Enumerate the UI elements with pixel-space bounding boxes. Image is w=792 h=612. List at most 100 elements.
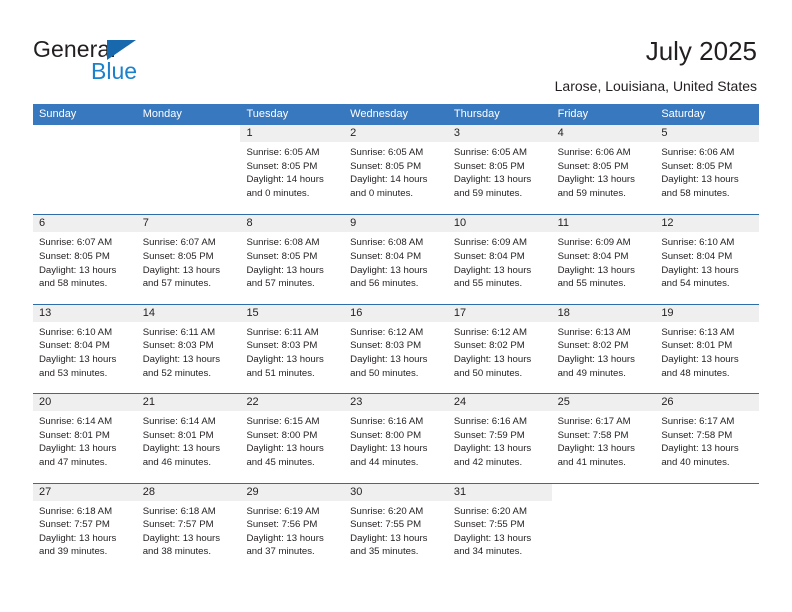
day-number: 29 (246, 485, 259, 498)
daylight-text: Daylight: 13 hours and 39 minutes. (39, 532, 117, 558)
weekday-header-row: Sunday Monday Tuesday Wednesday Thursday Frid… (33, 104, 759, 125)
day-number-band: 3 (447, 125, 552, 142)
calendar-day-cell[interactable]: 3 Sunrise: 6:05 AM Sunset: 8:05 PM Daylight… (447, 125, 552, 215)
sunset-text: Sunset: 7:58 PM (557, 429, 629, 441)
day-number-band: 5 (655, 125, 760, 142)
sunset-text: Sunset: 8:05 PM (453, 160, 525, 172)
day-number: 4 (557, 127, 564, 139)
calendar-weeks: 1 Sunrise: 6:05 AM Sunset: 8:05 PM Daylight… (33, 125, 760, 572)
calendar-day-cell[interactable]: 10 Sunrise: 6:09 AM Sunset: 8:04 PM Dayligh… (447, 215, 552, 304)
calendar-day-cell[interactable]: 5 Sunrise: 6:06 AM Sunset: 8:05 PM Daylight… (655, 125, 760, 215)
sunrise-text: Sunrise: 6:16 AM (453, 416, 527, 428)
day-sun-info: Sunrise: 6:09 AM Sunset: 8:04 PM Daylight:… (552, 232, 656, 290)
day-number-band: 30 (344, 483, 448, 501)
day-number-band: 8 (240, 215, 345, 233)
daylight-text: Daylight: 13 hours and 50 minutes. (453, 353, 532, 379)
calendar-day-cell[interactable]: 1 Sunrise: 6:05 AM Sunset: 8:05 PM Daylight… (240, 125, 345, 215)
day-sun-info: Sunrise: 6:10 AM Sunset: 8:04 PM Daylight:… (655, 232, 759, 290)
day-number: 12 (661, 217, 674, 230)
sunset-text: Sunset: 8:04 PM (661, 250, 733, 262)
calendar-day-cell[interactable]: 6 Sunrise: 6:07 AM Sunset: 8:05 PM Daylight… (33, 215, 137, 304)
day-number-band: 22 (240, 394, 345, 412)
calendar-day-cell[interactable]: 12 Sunrise: 6:10 AM Sunset: 8:04 PM Dayligh… (655, 215, 760, 304)
calendar-day-cell[interactable]: 17 Sunrise: 6:12 AM Sunset: 8:02 PM Dayligh… (447, 304, 552, 394)
day-number-band: 1 (240, 125, 345, 142)
daylight-text: Daylight: 13 hours and 57 minutes. (142, 264, 221, 290)
sunrise-text: Sunrise: 6:16 AM (350, 416, 424, 428)
day-sun-info: Sunrise: 6:06 AM Sunset: 8:05 PM Daylight:… (552, 142, 656, 200)
page-header: General Blue July 2025 Larose, Louisiana… (0, 0, 792, 104)
calendar-day-cell[interactable]: 7 Sunrise: 6:07 AM Sunset: 8:05 PM Daylight… (136, 215, 241, 304)
calendar-grid: Sunday Monday Tuesday Wednesday Thursday Frid… (33, 104, 760, 572)
calendar-week-row: 6 Sunrise: 6:07 AM Sunset: 8:05 PM Daylight… (33, 214, 760, 304)
daylight-text: Daylight: 13 hours and 54 minutes. (661, 264, 739, 290)
general-blue-logo[interactable]: General Blue (33, 36, 213, 88)
day-number-band: 15 (240, 304, 345, 322)
daylight-text: Daylight: 13 hours and 53 minutes. (39, 353, 117, 379)
page-title: July 2025 (645, 36, 757, 66)
day-number-band: 10 (447, 215, 552, 233)
day-sun-info: Sunrise: 6:19 AM Sunset: 7:56 PM Daylight:… (240, 501, 344, 559)
sunset-text: Sunset: 8:05 PM (246, 250, 318, 262)
calendar-day-cell[interactable]: 20 Sunrise: 6:14 AM Sunset: 8:01 PM Dayligh… (33, 394, 137, 483)
calendar-day-cell-empty (33, 125, 137, 215)
weekday-header-sunday: Sunday (39, 108, 77, 120)
calendar-page: General Blue July 2025 Larose, Louisiana… (0, 0, 792, 612)
sunset-text: Sunset: 8:04 PM (39, 340, 110, 352)
day-number-band: 19 (655, 304, 760, 322)
calendar-day-cell[interactable]: 8 Sunrise: 6:08 AM Sunset: 8:05 PM Daylight… (240, 215, 345, 304)
calendar-day-cell[interactable]: 24 Sunrise: 6:16 AM Sunset: 7:59 PM Dayligh… (447, 394, 552, 483)
calendar-day-cell[interactable]: 14 Sunrise: 6:11 AM Sunset: 8:03 PM Dayligh… (136, 304, 241, 394)
day-sun-info: Sunrise: 6:11 AM Sunset: 8:03 PM Daylight:… (240, 322, 344, 380)
day-number: 9 (350, 217, 357, 230)
sunset-text: Sunset: 8:00 PM (246, 429, 318, 441)
weekday-header-thursday: Thursday (453, 108, 500, 120)
calendar-day-cell[interactable]: 19 Sunrise: 6:13 AM Sunset: 8:01 PM Dayligh… (655, 304, 760, 394)
day-number: 7 (142, 217, 149, 230)
sunset-text: Sunset: 8:03 PM (350, 340, 422, 352)
daylight-text: Daylight: 13 hours and 46 minutes. (142, 443, 221, 468)
sunset-text: Sunset: 8:02 PM (453, 340, 525, 352)
day-number-band: 29 (240, 483, 345, 501)
sunset-text: Sunset: 8:05 PM (557, 160, 629, 172)
daylight-text: Daylight: 13 hours and 38 minutes. (142, 532, 221, 558)
day-number: 27 (39, 485, 52, 498)
sunrise-text: Sunrise: 6:18 AM (39, 505, 113, 517)
calendar-day-cell[interactable]: 11 Sunrise: 6:09 AM Sunset: 8:04 PM Dayligh… (551, 215, 656, 304)
calendar-day-cell[interactable]: 21 Sunrise: 6:14 AM Sunset: 8:01 PM Dayligh… (136, 394, 241, 483)
calendar-day-cell[interactable]: 25 Sunrise: 6:17 AM Sunset: 7:58 PM Dayligh… (551, 394, 656, 483)
day-number: 11 (557, 217, 570, 230)
calendar-day-cell[interactable]: 22 Sunrise: 6:15 AM Sunset: 8:00 PM Dayligh… (240, 394, 345, 483)
day-number-band: 25 (551, 394, 656, 412)
calendar-day-cell[interactable]: 18 Sunrise: 6:13 AM Sunset: 8:02 PM Dayligh… (551, 304, 656, 394)
calendar-day-cell[interactable]: 27 Sunrise: 6:18 AM Sunset: 7:57 PM Dayligh… (33, 483, 137, 572)
day-number-band: 24 (447, 394, 552, 412)
calendar-day-cell[interactable]: 31 Sunrise: 6:20 AM Sunset: 7:55 PM Dayligh… (447, 483, 552, 572)
day-number-band: 14 (136, 304, 241, 322)
calendar-day-cell[interactable]: 26 Sunrise: 6:17 AM Sunset: 7:58 PM Dayligh… (655, 394, 760, 483)
calendar-day-cell[interactable]: 28 Sunrise: 6:18 AM Sunset: 7:57 PM Dayligh… (136, 483, 241, 572)
calendar-day-cell[interactable]: 9 Sunrise: 6:08 AM Sunset: 8:04 PM Daylight… (344, 215, 448, 304)
sunrise-text: Sunrise: 6:11 AM (142, 326, 216, 338)
calendar-day-cell[interactable]: 13 Sunrise: 6:10 AM Sunset: 8:04 PM Dayligh… (33, 304, 137, 394)
calendar-day-cell[interactable]: 2 Sunrise: 6:05 AM Sunset: 8:05 PM Daylight… (344, 125, 448, 215)
calendar-week-row: 13 Sunrise: 6:10 AM Sunset: 8:04 PM Dayligh… (33, 303, 760, 394)
sunrise-text: Sunrise: 6:07 AM (39, 237, 113, 249)
calendar-day-cell[interactable]: 30 Sunrise: 6:20 AM Sunset: 7:55 PM Dayligh… (344, 483, 448, 572)
day-sun-info: Sunrise: 6:14 AM Sunset: 8:01 PM Daylight:… (33, 411, 137, 469)
calendar-day-cell[interactable]: 23 Sunrise: 6:16 AM Sunset: 8:00 PM Dayligh… (344, 394, 448, 483)
day-number-band: 28 (136, 483, 241, 501)
sunrise-text: Sunrise: 6:05 AM (453, 147, 527, 158)
day-number-band: 21 (136, 394, 241, 412)
sunrise-text: Sunrise: 6:05 AM (246, 147, 320, 158)
calendar-day-cell[interactable]: 16 Sunrise: 6:12 AM Sunset: 8:03 PM Dayligh… (344, 304, 448, 394)
calendar-day-cell[interactable]: 29 Sunrise: 6:19 AM Sunset: 7:56 PM Dayligh… (240, 483, 345, 572)
day-number: 3 (453, 127, 460, 139)
calendar-day-cell[interactable]: 4 Sunrise: 6:06 AM Sunset: 8:05 PM Daylight… (551, 125, 656, 215)
day-number-band: 7 (136, 215, 241, 233)
daylight-text: Daylight: 13 hours and 50 minutes. (350, 353, 428, 379)
day-number: 18 (557, 306, 570, 319)
calendar-day-cell[interactable]: 15 Sunrise: 6:11 AM Sunset: 8:03 PM Dayligh… (240, 304, 345, 394)
day-number-band: 18 (551, 304, 656, 322)
day-sun-info: Sunrise: 6:15 AM Sunset: 8:00 PM Daylight:… (240, 411, 344, 469)
